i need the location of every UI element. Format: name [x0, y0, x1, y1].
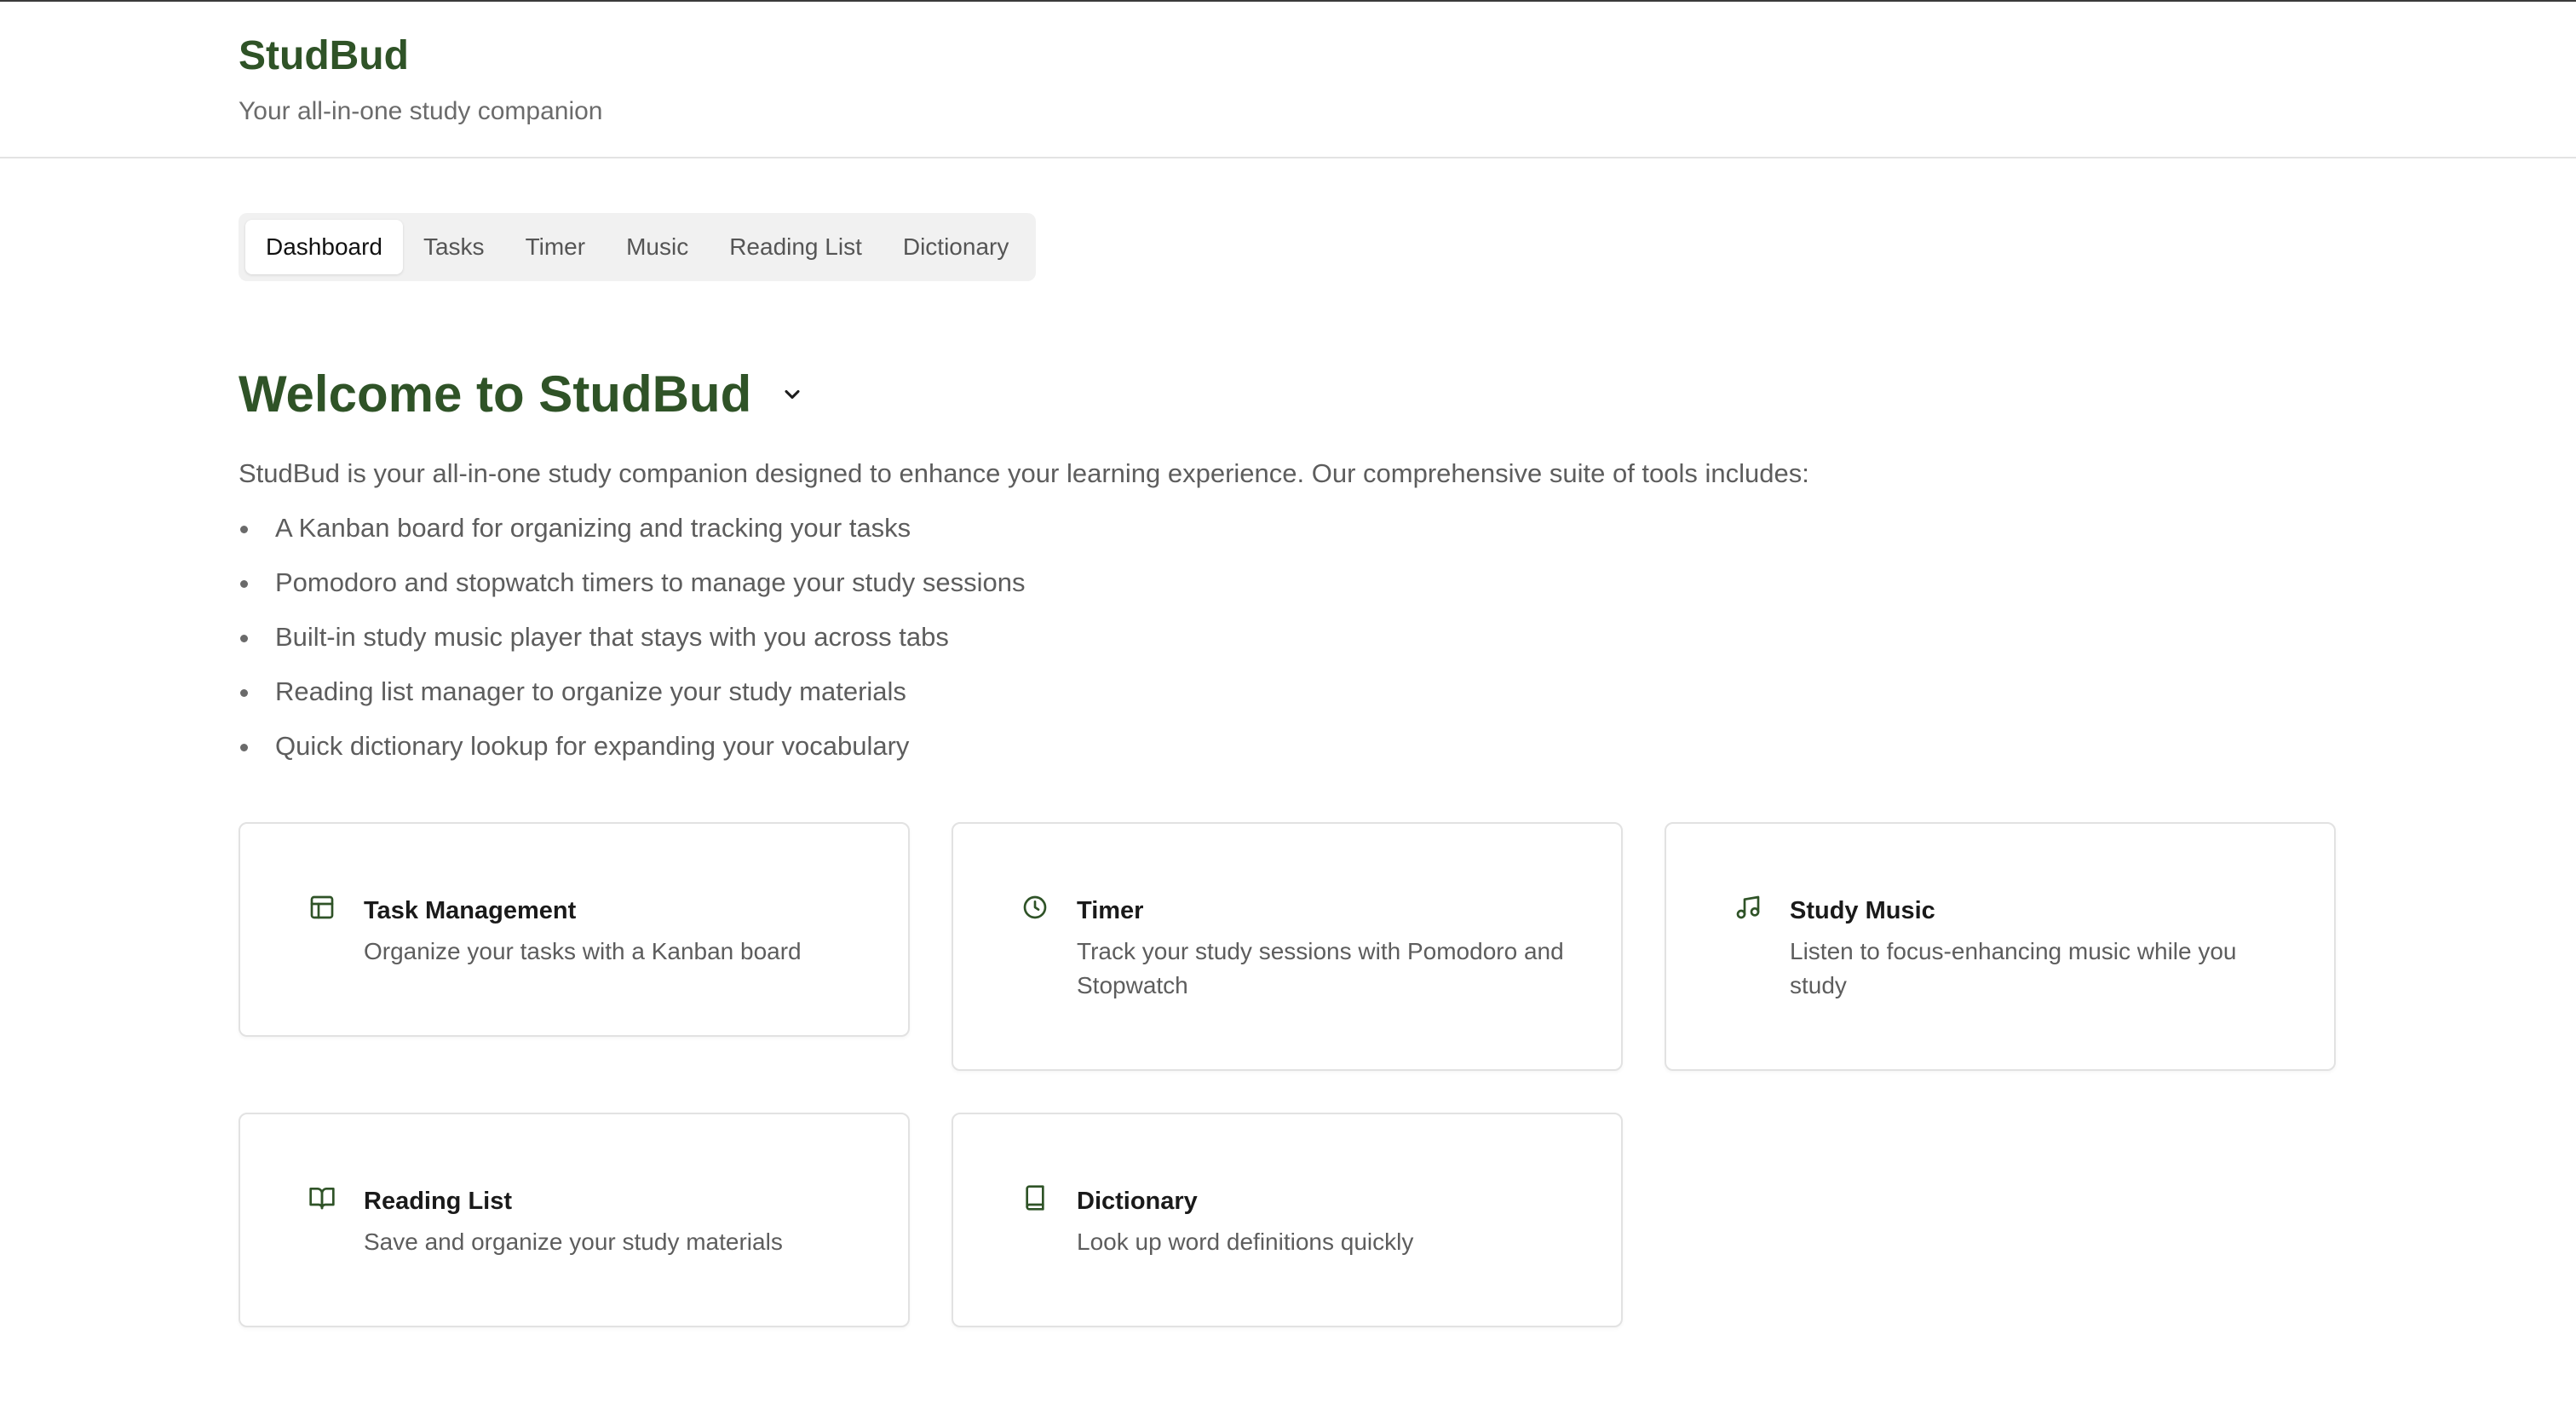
feature-list: A Kanban board for organizing and tracki…	[239, 508, 1026, 780]
list-item: Reading list manager to organize your st…	[239, 671, 1026, 726]
tab-tasks[interactable]: Tasks	[403, 220, 505, 274]
brand-title[interactable]: StudBud	[239, 32, 409, 79]
card-timer[interactable]: Timer Track your study sessions with Pom…	[952, 822, 1623, 1071]
card-description: Save and organize your study materials	[364, 1228, 783, 1255]
tab-dashboard[interactable]: Dashboard	[245, 220, 403, 274]
book-icon	[1021, 1184, 1049, 1211]
welcome-intro: StudBud is your all-in-one study compani…	[239, 458, 1809, 488]
card-study-music[interactable]: Study Music Listen to focus-enhancing mu…	[1665, 822, 2336, 1071]
main-tabs: Dashboard Tasks Timer Music Reading List…	[239, 213, 1037, 281]
card-description: Track your study sessions with Pomodoro …	[1077, 938, 1564, 998]
tab-timer[interactable]: Timer	[505, 220, 607, 274]
card-title: Reading List	[364, 1188, 513, 1215]
list-item: Quick dictionary lookup for expanding yo…	[239, 726, 1026, 780]
open-book-icon	[308, 1184, 336, 1211]
card-title: Study Music	[1790, 897, 1935, 924]
card-description: Organize your tasks with a Kanban board	[364, 938, 802, 964]
card-dictionary[interactable]: Dictionary Look up word definitions quic…	[952, 1113, 1623, 1327]
welcome-section-header: Welcome to StudBud	[239, 365, 804, 423]
tab-dictionary[interactable]: Dictionary	[883, 220, 1029, 274]
card-reading-list[interactable]: Reading List Save and organize your stud…	[239, 1113, 910, 1327]
tab-reading-list[interactable]: Reading List	[709, 220, 883, 274]
list-item: Built-in study music player that stays w…	[239, 617, 1026, 671]
list-item: Pomodoro and stopwatch timers to manage …	[239, 562, 1026, 617]
card-title: Task Management	[364, 897, 577, 924]
music-note-icon	[1734, 894, 1762, 921]
card-title: Timer	[1077, 897, 1144, 924]
welcome-title: Welcome to StudBud	[239, 365, 752, 423]
tab-music[interactable]: Music	[606, 220, 709, 274]
card-description: Listen to focus-enhancing music while yo…	[1790, 938, 2237, 998]
card-title: Dictionary	[1077, 1188, 1198, 1215]
card-task-management[interactable]: Task Management Organize your tasks with…	[239, 822, 910, 1037]
kanban-icon	[308, 894, 336, 921]
chevron-down-icon[interactable]	[780, 383, 804, 406]
card-description: Look up word definitions quickly	[1077, 1228, 1414, 1255]
clock-icon	[1021, 894, 1049, 921]
list-item: A Kanban board for organizing and tracki…	[239, 508, 1026, 562]
brand-tagline: Your all-in-one study companion	[239, 97, 603, 125]
app-header: StudBud Your all-in-one study companion	[0, 2, 2576, 158]
